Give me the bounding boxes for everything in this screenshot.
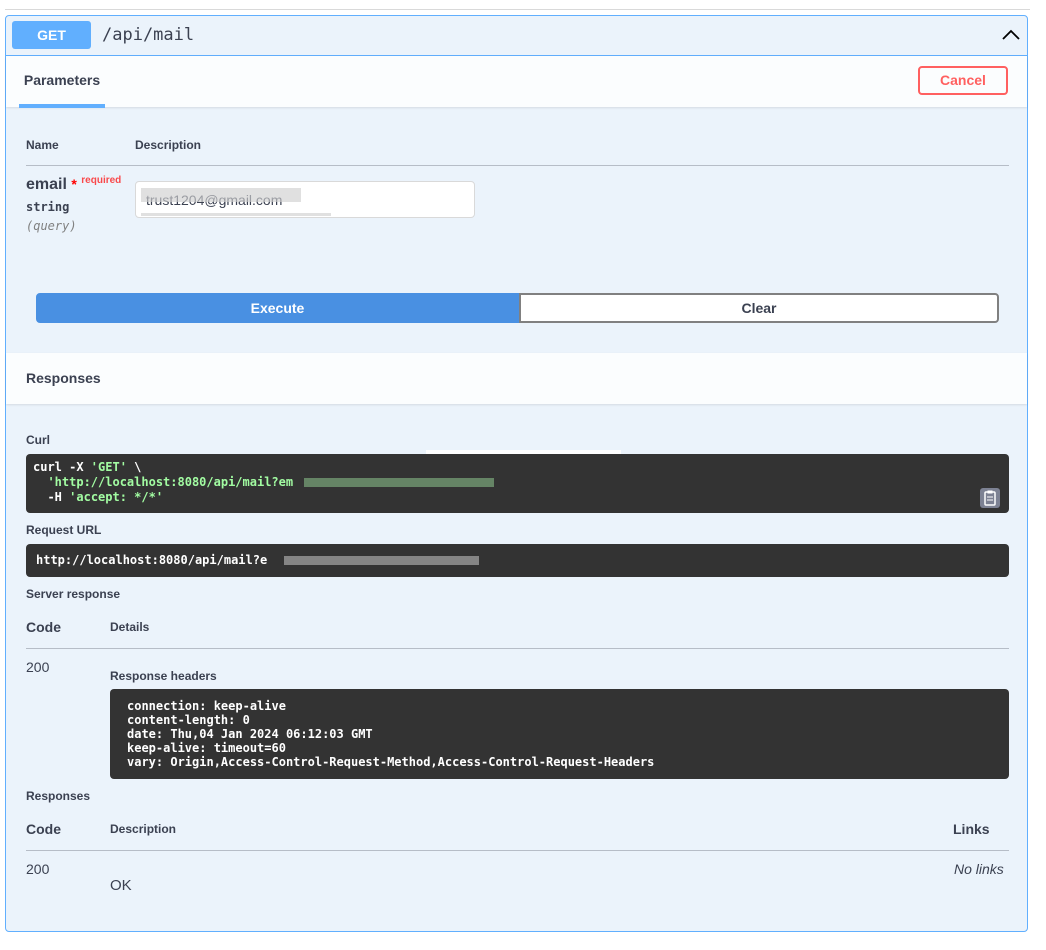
curl-header-flag: -H bbox=[47, 490, 70, 504]
curl-command[interactable]: curl -X 'GET' \ 'http://localhost:8080/a… bbox=[26, 454, 1009, 513]
chevron-up-icon[interactable] bbox=[1000, 24, 1022, 46]
redacted-url-query bbox=[284, 556, 479, 565]
request-url-text: http://localhost:8080/api/mail?e bbox=[36, 553, 268, 567]
response-header-line: connection: keep-alive bbox=[127, 699, 286, 713]
server-code-header: Code bbox=[26, 619, 61, 635]
curl-header-value: 'accept: */*' bbox=[69, 490, 164, 504]
param-name-text: email bbox=[26, 176, 67, 193]
curl-continuation: \ bbox=[126, 460, 142, 474]
parameters-header: Parameters Cancel bbox=[6, 56, 1027, 108]
param-location: (query) bbox=[26, 219, 77, 233]
response-row-links: No links bbox=[954, 861, 1004, 877]
responses-table-divider bbox=[26, 850, 1009, 851]
server-status-code: 200 bbox=[26, 659, 50, 675]
response-headers-label: Response headers bbox=[110, 669, 217, 683]
request-url-label: Request URL bbox=[26, 523, 102, 537]
operation-block-get-api-mail: GET /api/mail Parameters Cancel Name Des… bbox=[5, 15, 1028, 932]
operation-path: /api/mail bbox=[102, 25, 195, 45]
curl-line1: curl -X 'GET' \ bbox=[33, 460, 141, 474]
curl-url: 'http://localhost:8080/api/mail?em bbox=[47, 475, 294, 489]
redacted-mask-top bbox=[426, 450, 621, 454]
curl-method: 'GET' bbox=[90, 460, 127, 474]
response-row-code: 200 bbox=[26, 861, 50, 877]
responses-title: Responses bbox=[26, 370, 101, 386]
redacted-email bbox=[141, 188, 301, 202]
responses-links-header: Links bbox=[953, 821, 990, 837]
param-name: email * required bbox=[26, 175, 122, 194]
curl-label: Curl bbox=[26, 433, 50, 447]
redacted-curl-query bbox=[304, 478, 494, 487]
response-header-line: date: Thu,04 Jan 2024 06:12:03 GMT bbox=[127, 727, 373, 741]
responses-description-header: Description bbox=[110, 822, 177, 836]
required-star: * bbox=[71, 176, 77, 192]
execute-wrapper: Execute Clear bbox=[36, 293, 999, 323]
required-text: required bbox=[81, 175, 122, 186]
response-header-line: keep-alive: timeout=60 bbox=[127, 741, 286, 755]
column-header-name: Name bbox=[26, 138, 59, 152]
tab-parameters[interactable]: Parameters bbox=[19, 56, 105, 108]
responses-table-label: Responses bbox=[26, 789, 91, 803]
params-table-divider bbox=[26, 165, 1009, 166]
clear-button[interactable]: Clear bbox=[519, 293, 999, 323]
execute-button[interactable]: Execute bbox=[36, 293, 519, 323]
request-url[interactable]: http://localhost:8080/api/mail?e bbox=[26, 544, 1009, 577]
response-header-line: content-length: 0 bbox=[127, 713, 250, 727]
responses-header: Responses bbox=[6, 353, 1027, 404]
response-header-line: vary: Origin,Access-Control-Request-Meth… bbox=[127, 755, 655, 769]
column-header-description: Description bbox=[135, 138, 202, 152]
top-divider bbox=[5, 9, 1030, 10]
cancel-button[interactable]: Cancel bbox=[918, 66, 1008, 95]
server-response-label: Server response bbox=[26, 587, 121, 601]
copy-to-clipboard-icon[interactable] bbox=[980, 488, 1000, 508]
curl-line3: -H 'accept: */*' bbox=[47, 490, 163, 504]
response-headers: connection: keep-alive content-length: 0d… bbox=[110, 689, 1009, 779]
redacted-underline bbox=[141, 213, 331, 216]
param-type: string bbox=[26, 200, 70, 214]
curl-prefix: curl -X bbox=[33, 460, 91, 474]
method-badge: GET bbox=[12, 21, 91, 49]
response-row-description: OK bbox=[110, 877, 132, 894]
server-response-divider bbox=[26, 648, 1009, 649]
operation-summary[interactable]: GET /api/mail bbox=[6, 16, 1027, 56]
responses-code-header: Code bbox=[26, 821, 61, 837]
server-details-header: Details bbox=[110, 620, 150, 634]
